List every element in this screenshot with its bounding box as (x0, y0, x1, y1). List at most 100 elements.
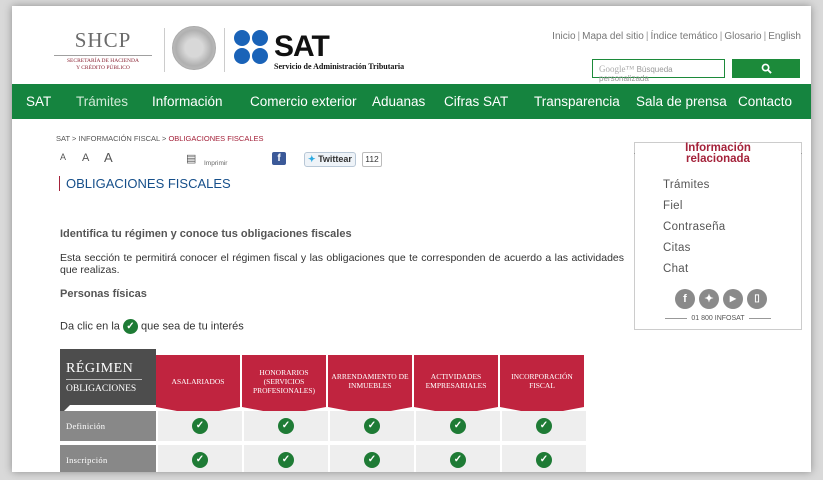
click-hint: Da clic en la ✓ que sea de tu interés (60, 319, 244, 334)
link-mapa-del-sitio[interactable]: Mapa del sitio (582, 31, 644, 42)
breadcrumb-separator: > (72, 134, 77, 143)
check-icon[interactable]: ✓ (278, 452, 294, 468)
table-cell[interactable]: ✓ (502, 445, 586, 472)
nav-item-cifras-sat[interactable]: Cifras SAT (444, 84, 508, 119)
nav-item-contacto[interactable]: Contacto (738, 84, 792, 119)
check-icon[interactable]: ✓ (192, 452, 208, 468)
table-cell[interactable]: ✓ (158, 445, 242, 472)
check-icon: ✓ (122, 319, 138, 334)
click-hint-before: Da clic en la (60, 320, 120, 333)
search-icon (761, 63, 772, 74)
breadcrumb-sat[interactable]: SAT (56, 134, 70, 143)
regimen-table: RÉGIMEN OBLIGACIONES ASALARIADOS HONORAR… (60, 349, 624, 472)
national-seal-icon (172, 26, 216, 70)
table-cell[interactable]: ✓ (158, 411, 242, 441)
sat-wordmark[interactable]: SAT (274, 32, 330, 62)
table-cell[interactable]: ✓ (244, 411, 328, 441)
twitter-share-button[interactable]: ✦ Twittear (304, 152, 356, 167)
browser-page: SHCP SECRETARÍA DE HACIENDA Y CRÉDITO PÚ… (12, 6, 811, 472)
sidebar-title-line2: relacionada (682, 153, 754, 165)
sidebar-link-fiel[interactable]: Fiel (663, 200, 683, 212)
shcp-logo-text: SHCP (74, 28, 132, 52)
nav-item-transparencia[interactable]: Transparencia (534, 84, 620, 119)
check-icon[interactable]: ✓ (364, 418, 380, 434)
related-info-sidebar: Información relacionada Trámites Fiel Co… (634, 142, 802, 330)
link-indice-tematico[interactable]: Índice temático (650, 31, 717, 42)
col-head-honorarios[interactable]: HONORARIOS (SERVICIOS PROFESIONALES) (242, 355, 326, 415)
youtube-icon[interactable]: ▶ (723, 289, 743, 309)
intro-heading: Identifica tu régimen y conoce tus oblig… (60, 228, 352, 240)
table-cell[interactable]: ✓ (502, 411, 586, 441)
sidebar-link-contrasena[interactable]: Contraseña (663, 221, 725, 233)
click-hint-after: que sea de tu interés (141, 320, 244, 333)
col-head-actividades-empresariales[interactable]: ACTIVIDADES EMPRESARIALES (414, 355, 498, 415)
corner-divider (66, 379, 142, 380)
shcp-logo-rule (54, 55, 152, 56)
print-label[interactable]: Imprimir (204, 160, 227, 167)
facebook-icon[interactable]: f (675, 289, 695, 309)
header-divider (224, 28, 225, 72)
sat-logo-icon[interactable] (234, 30, 270, 66)
utility-links: Inicio | Mapa del sitio | Índice temático | Gl… (552, 31, 801, 42)
shcp-logo[interactable]: SHCP SECRETARÍA DE HACIENDA Y CRÉDITO PÚ… (48, 28, 158, 72)
breadcrumb-informacion-fiscal[interactable]: INFORMACIÓN FISCAL (78, 134, 159, 143)
infosat-number: 01 800 INFOSAT (691, 315, 745, 322)
check-icon[interactable]: ✓ (192, 418, 208, 434)
page-title: OBLIGACIONES FISCALES (59, 176, 231, 191)
table-cell[interactable]: ✓ (330, 445, 414, 472)
print-icon[interactable]: ▤ (186, 152, 196, 165)
check-icon[interactable]: ✓ (536, 452, 552, 468)
check-icon[interactable]: ✓ (450, 452, 466, 468)
link-inicio[interactable]: Inicio (552, 31, 575, 42)
col-head-incorporacion-fiscal[interactable]: INCORPORACIÓN FISCAL (500, 355, 584, 415)
section-heading: Personas físicas (60, 288, 147, 300)
nav-item-aduanas[interactable]: Aduanas (372, 84, 425, 119)
row-label-inscripcion: Inscripción (60, 445, 156, 472)
corner-obligaciones-label: OBLIGACIONES (66, 384, 137, 394)
check-icon[interactable]: ✓ (536, 418, 552, 434)
search-input[interactable]: Google™ Búsqueda personalizada (592, 59, 725, 83)
table-cell[interactable]: ✓ (416, 445, 500, 472)
table-cell[interactable]: ✓ (244, 445, 328, 472)
sat-subtitle: Servicio de Administración Tributaria (274, 62, 405, 71)
sidebar-link-tramites[interactable]: Trámites (663, 179, 710, 191)
intro-text: Esta sección te permitirá conocer el rég… (60, 252, 624, 276)
table-cell[interactable]: ✓ (416, 411, 500, 441)
link-glosario[interactable]: Glosario (724, 31, 761, 42)
twitter-icon[interactable]: ✦ (699, 289, 719, 309)
nav-item-sat[interactable]: SAT (26, 84, 51, 119)
breadcrumb-separator: > (161, 134, 167, 143)
twitter-share-label: Twittear (318, 154, 352, 164)
col-head-asalariados[interactable]: ASALARIADOS (156, 355, 240, 415)
link-english[interactable]: English (768, 31, 801, 42)
check-icon[interactable]: ✓ (278, 418, 294, 434)
page-tools: A A A ▤ Imprimir f ✦ Twittear 112 (56, 148, 416, 170)
site-header: SHCP SECRETARÍA DE HACIENDA Y CRÉDITO PÚ… (12, 6, 811, 84)
search-button[interactable] (732, 59, 800, 78)
check-icon[interactable]: ✓ (364, 452, 380, 468)
google-label: Google™ (599, 64, 635, 74)
twitter-count: 112 (362, 152, 382, 167)
nav-item-sala-de-prensa[interactable]: Sala de prensa (636, 84, 727, 119)
sidebar-link-chat[interactable]: Chat (663, 263, 689, 275)
col-head-arrendamiento[interactable]: ARRENDAMIENTO DE INMUEBLES (328, 355, 412, 415)
breadcrumb-current: OBLIGACIONES FISCALES (168, 134, 264, 143)
table-cell[interactable]: ✓ (330, 411, 414, 441)
font-decrease-icon[interactable]: A (60, 152, 66, 162)
nav-item-tramites[interactable]: Trámites (76, 84, 128, 119)
font-increase-icon[interactable]: A (104, 150, 113, 165)
facebook-icon[interactable]: f (272, 152, 286, 165)
check-icon[interactable]: ✓ (450, 418, 466, 434)
font-reset-icon[interactable]: A (82, 152, 89, 164)
nav-item-comercio-exterior[interactable]: Comercio exterior (250, 84, 357, 119)
twitter-bird-icon: ✦ (308, 154, 316, 164)
mobile-app-icon[interactable]: ▯ (747, 289, 767, 309)
shcp-logo-line2: Y CRÉDITO PÚBLICO (76, 65, 130, 71)
shcp-logo-line1: SECRETARÍA DE HACIENDA (67, 58, 139, 64)
nav-item-informacion[interactable]: Información (152, 84, 223, 119)
row-label-definicion: Definición (60, 411, 156, 441)
infosat-phone: 01 800 INFOSAT (635, 315, 801, 322)
main-nav: SAT Trámites Información Comercio exteri… (12, 84, 811, 119)
sidebar-link-citas[interactable]: Citas (663, 242, 691, 254)
sidebar-title: Información relacionada (635, 142, 801, 165)
